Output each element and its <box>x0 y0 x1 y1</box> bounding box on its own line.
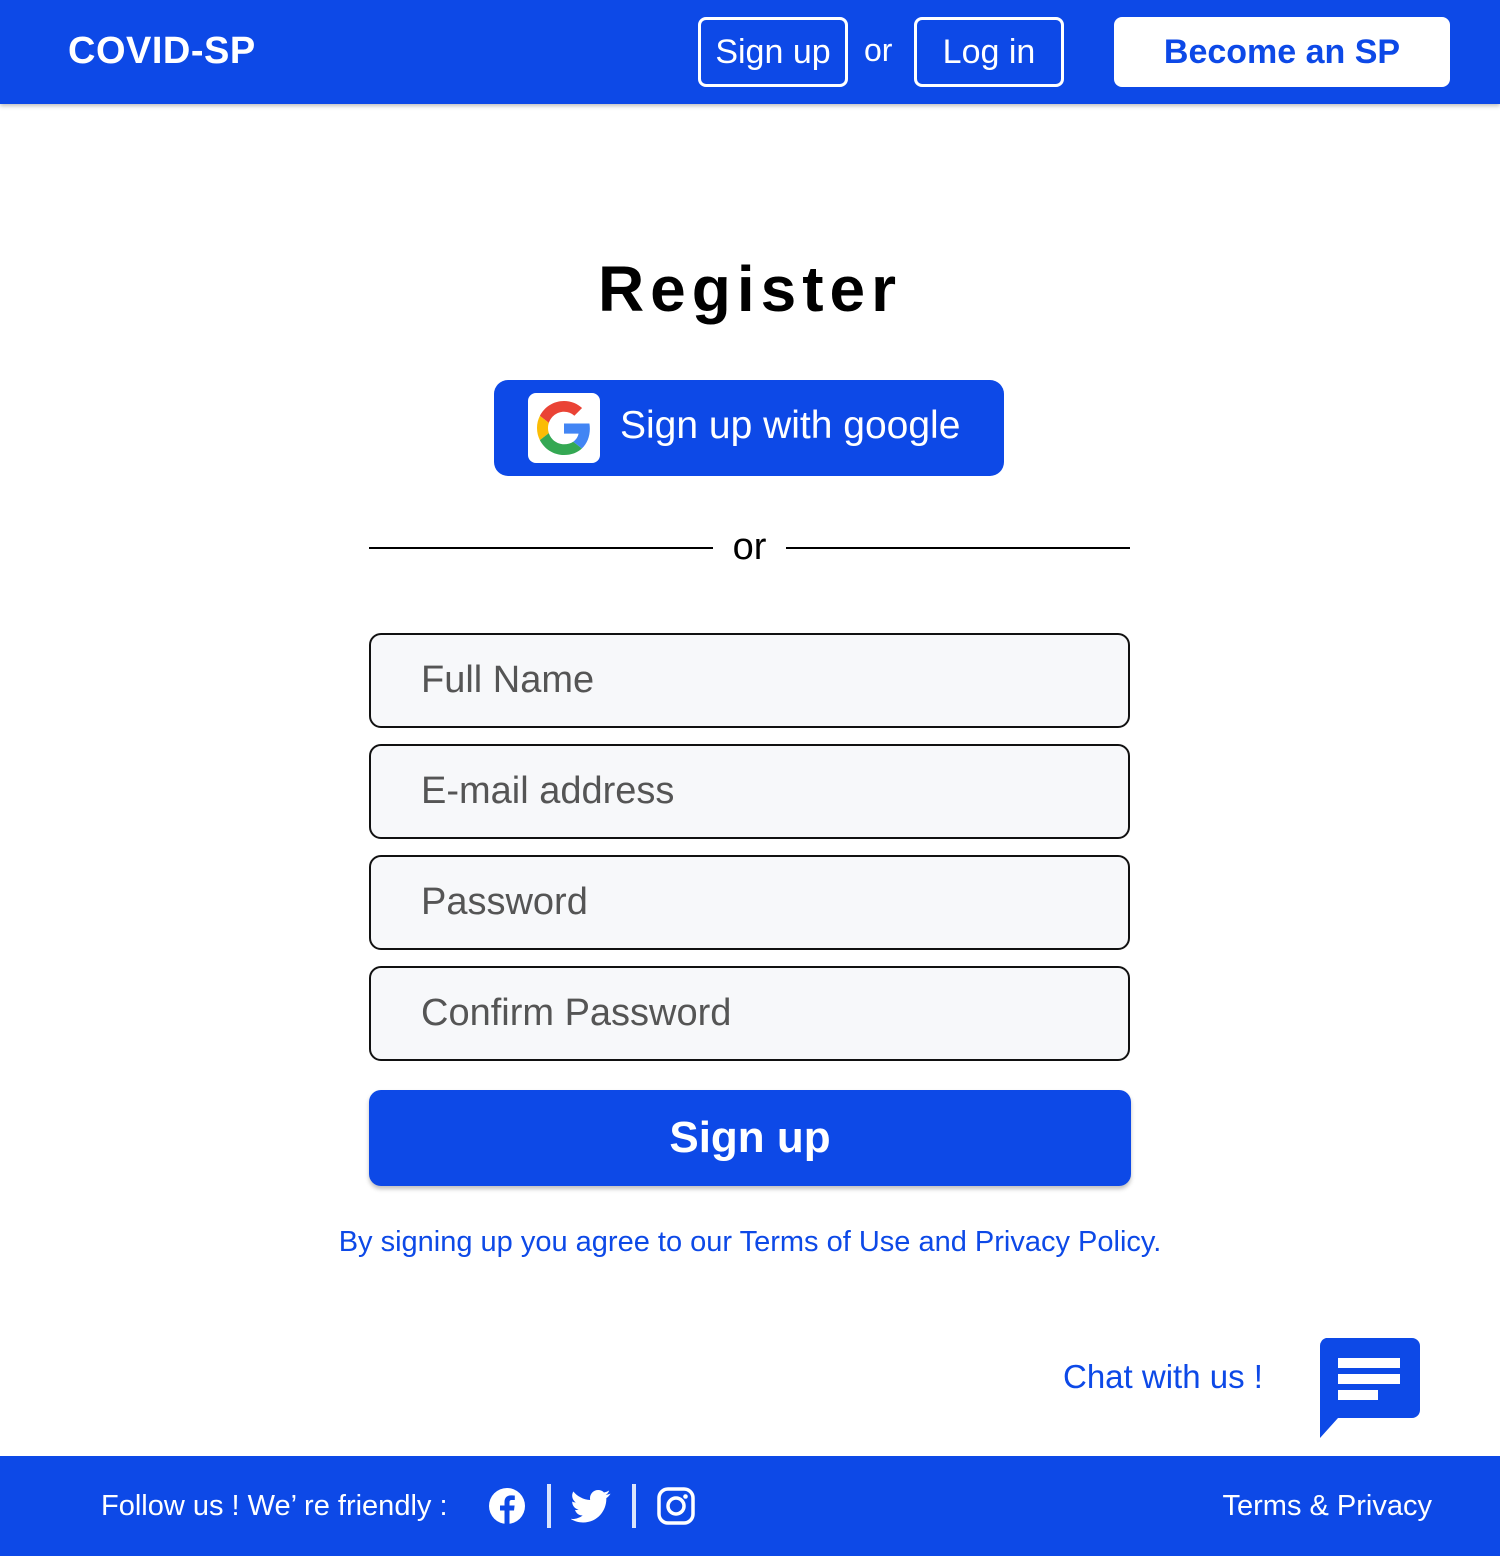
divider-line-left <box>369 547 713 549</box>
chat-bubble-icon[interactable] <box>1318 1338 1420 1438</box>
social-separator <box>547 1484 551 1528</box>
google-icon <box>528 393 600 463</box>
brand-logo[interactable]: COVID-SP <box>68 30 256 73</box>
password-field[interactable] <box>369 855 1130 950</box>
google-signup-button[interactable]: Sign up with google <box>494 380 1004 476</box>
signup-submit-button[interactable]: Sign up <box>369 1090 1131 1186</box>
top-nav-bar: COVID-SP Sign up or Log in Become an SP <box>0 0 1500 104</box>
page-title: Register <box>597 253 903 325</box>
terms-prefix: By signing up you agree to our <box>338 1226 740 1258</box>
social-separator <box>632 1484 636 1528</box>
footer-bar: Follow us ! We’ re friendly : Terms & Pr… <box>0 1456 1500 1556</box>
twitter-icon[interactable] <box>570 1486 611 1526</box>
terms-suffix: . <box>1153 1226 1162 1258</box>
chat-label[interactable]: Chat with us ! <box>1063 1358 1263 1396</box>
follow-us-text: Follow us ! We’ re friendly : <box>101 1490 448 1522</box>
terms-notice: By signing up you agree to our Terms of … <box>0 1226 1500 1259</box>
terms-link[interactable]: Terms of Use and Privacy Policy <box>740 1226 1154 1258</box>
full-name-field[interactable] <box>369 633 1130 728</box>
instagram-icon[interactable] <box>656 1486 696 1526</box>
footer-terms-link[interactable]: Terms & Privacy <box>1223 1490 1432 1523</box>
divider-line-right <box>786 547 1130 549</box>
become-sp-button[interactable]: Become an SP <box>1114 17 1450 87</box>
header-or-text: or <box>864 32 893 68</box>
email-field[interactable] <box>369 744 1130 839</box>
header-signup-button[interactable]: Sign up <box>698 17 848 87</box>
confirm-password-field[interactable] <box>369 966 1130 1061</box>
facebook-icon[interactable] <box>487 1486 527 1526</box>
header-login-button[interactable]: Log in <box>914 17 1064 87</box>
google-signup-label: Sign up with google <box>620 404 961 447</box>
divider-or-text: or <box>732 526 767 568</box>
